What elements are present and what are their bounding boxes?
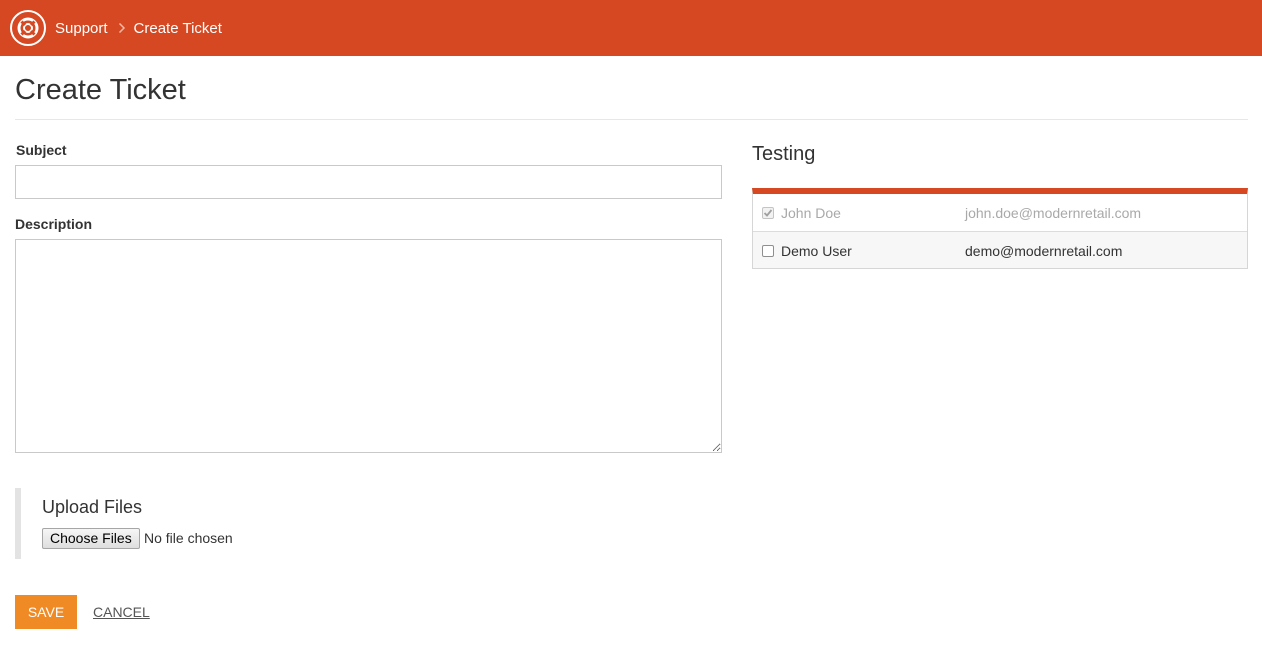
- title-divider: [15, 119, 1248, 120]
- chevron-right-icon: [118, 22, 126, 34]
- cancel-link[interactable]: CANCEL: [93, 604, 150, 620]
- breadcrumb: Support Create Ticket: [55, 0, 222, 56]
- subject-label: Subject: [16, 142, 67, 158]
- file-status-text: No file chosen: [144, 530, 233, 546]
- choose-files-button[interactable]: Choose Files: [42, 528, 140, 549]
- save-button[interactable]: Save: [15, 595, 77, 629]
- upload-files-title: Upload Files: [42, 497, 143, 517]
- testing-section-title: Testing: [752, 143, 816, 165]
- breadcrumb-current: Create Ticket: [133, 19, 222, 37]
- user-checkbox-john-doe: [762, 207, 774, 219]
- upload-files-panel: Upload Files Choose Files No file chosen: [15, 488, 415, 559]
- description-label: Description: [15, 216, 93, 232]
- description-textarea[interactable]: [15, 239, 722, 453]
- user-email: john.doe@modernretail.com: [965, 205, 1142, 221]
- subject-input[interactable]: [15, 165, 722, 199]
- user-checkbox-demo-user[interactable]: [762, 245, 774, 257]
- user-selection-table: John Doe john.doe@modernretail.com Demo …: [752, 188, 1248, 269]
- table-row: John Doe john.doe@modernretail.com: [753, 194, 1247, 231]
- table-row: Demo User demo@modernretail.com: [753, 231, 1247, 268]
- user-name: John Doe: [781, 205, 841, 221]
- top-navigation-bar: Support Create Ticket: [0, 0, 1262, 56]
- user-email: demo@modernretail.com: [965, 243, 1123, 259]
- breadcrumb-support-link[interactable]: Support: [55, 20, 108, 37]
- lifebuoy-icon[interactable]: [10, 10, 46, 46]
- user-name: Demo User: [781, 243, 852, 259]
- page-title: Create Ticket: [15, 74, 186, 106]
